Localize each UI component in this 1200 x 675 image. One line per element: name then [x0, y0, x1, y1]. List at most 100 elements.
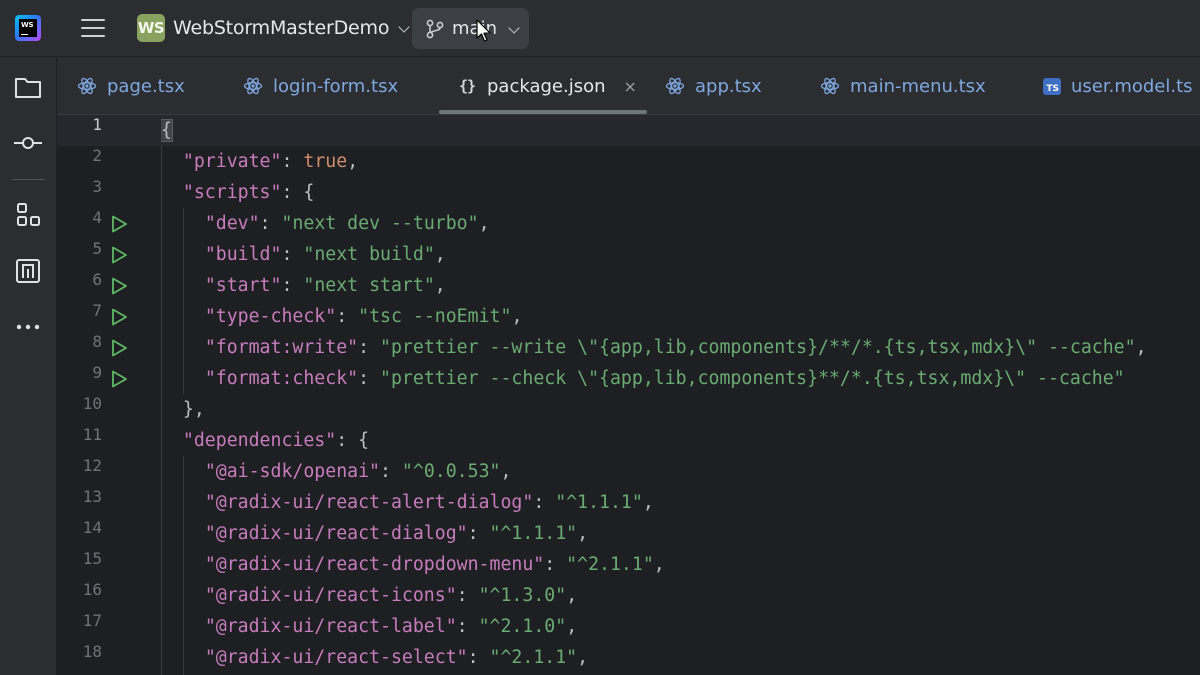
json-punctuation: ,	[566, 585, 578, 606]
structure-icon[interactable]	[13, 200, 43, 230]
json-punctuation: ,	[577, 523, 589, 544]
run-script-icon[interactable]	[110, 246, 128, 264]
npm-icon[interactable]	[13, 256, 43, 286]
line-number: 3	[92, 177, 102, 196]
tab-app-tsx[interactable]: app.tsx	[665, 57, 762, 115]
code-line: "@radix-ui/react-select": "^2.1.1",	[161, 642, 1200, 673]
run-script-icon[interactable]	[110, 308, 128, 326]
close-tab-icon[interactable]: ×	[624, 77, 637, 96]
json-punctuation: ,	[511, 306, 523, 327]
project-badge-icon: WS	[137, 14, 165, 42]
commit-icon[interactable]	[13, 128, 43, 158]
json-string: "^1.3.0"	[478, 585, 567, 606]
json-string: "next start"	[303, 275, 435, 296]
json-punctuation: ,	[500, 461, 512, 482]
tab-label: package.json	[487, 75, 606, 97]
json-punctuation: :	[281, 275, 304, 296]
code-line: },	[161, 394, 1200, 425]
tab-page-tsx[interactable]: page.tsx	[77, 57, 185, 115]
tool-window-strip	[0, 57, 57, 675]
json-key: "format:write"	[204, 337, 359, 358]
code-line: "format:check": "prettier --check \"{app…	[161, 363, 1200, 394]
editor-tabs: page.tsx login-form.tsx {} package.json …	[57, 57, 1200, 115]
run-script-icon[interactable]	[110, 277, 128, 295]
json-key: "private"	[182, 151, 282, 172]
project-view-icon[interactable]	[13, 72, 43, 102]
gutter-line: 10	[57, 394, 161, 425]
json-punctuation: :	[259, 213, 282, 234]
json-punctuation: :	[467, 523, 490, 544]
line-number: 11	[82, 425, 102, 444]
line-number: 9	[92, 363, 102, 382]
code-area[interactable]: { "private": true, "scripts": { "dev": "…	[161, 115, 1200, 675]
gutter-line: 15	[57, 549, 161, 580]
code-line: "type-check": "tsc --noEmit",	[161, 301, 1200, 332]
code-editor[interactable]: 1 2 3 4 5 6 7 8 9 10 11 12 13 14 15 16 17 18 { "private":…	[57, 115, 1200, 675]
json-string: "^2.1.0"	[478, 616, 567, 637]
json-string: "^1.1.1"	[489, 523, 578, 544]
json-punctuation	[161, 430, 183, 451]
json-punctuation: : {	[336, 430, 370, 451]
code-line: "start": "next start",	[161, 270, 1200, 301]
json-punctuation	[161, 523, 205, 544]
json-punctuation	[161, 244, 205, 265]
json-punctuation	[161, 554, 205, 575]
json-punctuation: :	[544, 554, 567, 575]
json-key: "type-check"	[204, 306, 337, 327]
json-punctuation: :	[380, 461, 402, 482]
json-punctuation	[161, 647, 205, 668]
webstorm-logo-icon[interactable]: WS	[15, 15, 41, 41]
run-script-icon[interactable]	[110, 339, 128, 357]
branch-selector[interactable]: main	[412, 8, 529, 49]
chevron-down-icon	[399, 23, 409, 33]
json-key: "start"	[204, 275, 282, 296]
code-line: "@ai-sdk/openai": "^0.0.53",	[161, 456, 1200, 487]
json-punctuation: : {	[281, 182, 315, 203]
code-line: "@radix-ui/react-dialog": "^1.1.1",	[161, 518, 1200, 549]
json-punctuation: :	[358, 337, 381, 358]
json-punctuation: ,	[347, 151, 359, 172]
editor-gutter: 1 2 3 4 5 6 7 8 9 10 11 12 13 14 15 16 17 18	[57, 115, 161, 675]
tab-user-model-ts[interactable]: TS user.model.ts	[1043, 57, 1193, 115]
tab-login-form-tsx[interactable]: login-form.tsx	[243, 57, 398, 115]
json-punctuation	[161, 151, 183, 172]
json-punctuation: ,	[434, 244, 446, 265]
json-punctuation: ,	[566, 616, 578, 637]
json-string: "prettier --write \"{app,lib,components}…	[380, 337, 1136, 358]
tab-main-menu-tsx[interactable]: main-menu.tsx	[820, 57, 986, 115]
run-script-icon[interactable]	[110, 215, 128, 233]
json-string: "^2.1.1"	[566, 554, 654, 575]
chevron-down-icon	[509, 24, 519, 34]
tab-label: page.tsx	[107, 75, 185, 97]
line-number: 6	[92, 270, 102, 289]
react-icon	[77, 77, 97, 95]
json-key: "@radix-ui/react-dialog"	[204, 523, 468, 544]
ts-icon: TS	[1043, 77, 1061, 95]
gutter-line: 18	[57, 642, 161, 673]
line-number: 8	[92, 332, 102, 351]
gutter-line: 14	[57, 518, 161, 549]
json-punctuation: :	[467, 647, 490, 668]
line-number: 1	[92, 115, 102, 134]
json-key: "@radix-ui/react-icons"	[204, 585, 457, 606]
json-punctuation	[161, 182, 183, 203]
gutter-line: 11	[57, 425, 161, 456]
tab-package-json[interactable]: {} package.json ×	[457, 57, 637, 115]
json-punctuation	[161, 399, 183, 420]
gutter-line: 9	[57, 363, 161, 394]
line-number: 17	[82, 611, 102, 630]
main-menu-icon[interactable]	[81, 17, 105, 39]
gutter-line: 12	[57, 456, 161, 487]
more-tools-icon[interactable]	[13, 312, 43, 342]
code-line: "build": "next build",	[161, 239, 1200, 270]
json-punctuation: :	[456, 585, 479, 606]
project-selector[interactable]: WS WebStormMasterDemo	[131, 8, 417, 48]
json-punctuation	[161, 275, 205, 296]
line-number: 15	[82, 549, 102, 568]
run-script-icon[interactable]	[110, 370, 128, 388]
toolstrip-divider	[12, 179, 45, 180]
line-number: 16	[82, 580, 102, 599]
line-number: 7	[92, 301, 102, 320]
code-line: "private": true,	[161, 146, 1200, 177]
gutter-line: 4	[57, 208, 161, 239]
